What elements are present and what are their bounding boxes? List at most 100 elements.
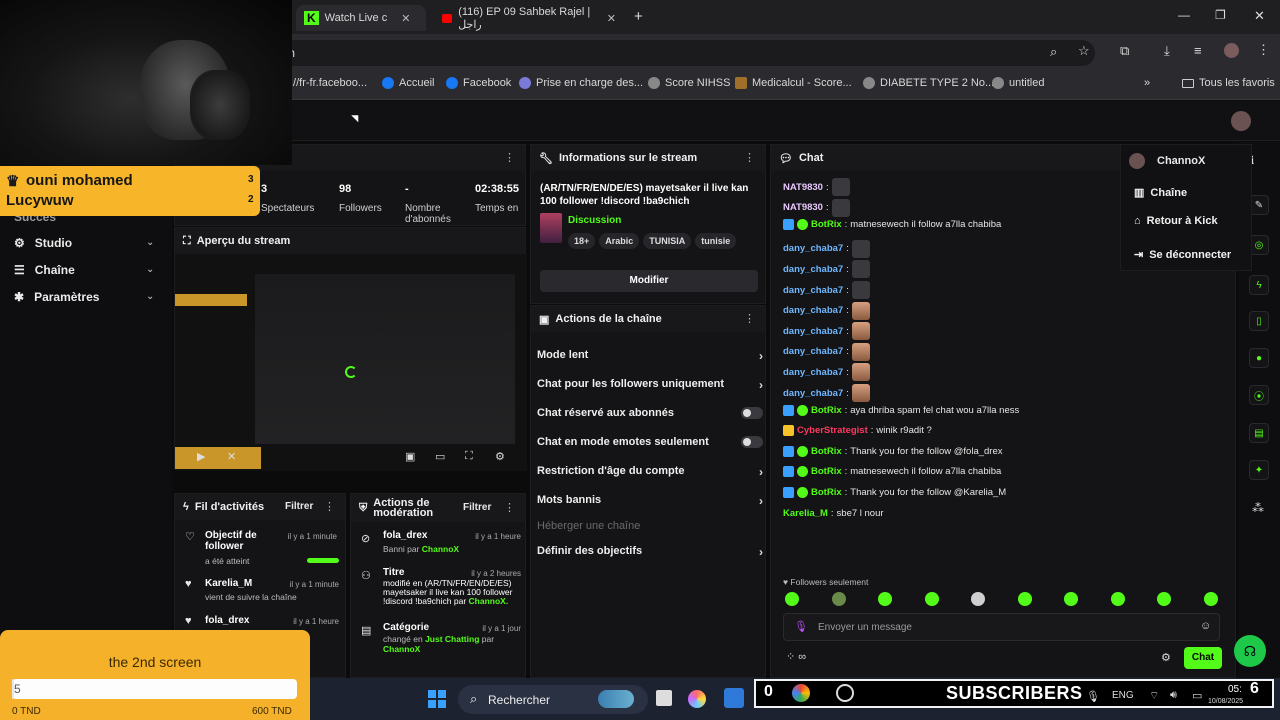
settings-icon[interactable]: ⚙ [495, 450, 505, 463]
chat-tools[interactable]: ⁘ ∞ [786, 650, 806, 663]
app-icon[interactable] [724, 688, 744, 708]
network-icon[interactable]: ⌔ [1149, 689, 1159, 703]
emote-picker-item[interactable] [1110, 592, 1125, 606]
bookmarks-overflow-icon[interactable]: » [1144, 77, 1150, 89]
mute-icon[interactable]: ✕ [227, 450, 236, 463]
star-icon[interactable]: ☆ [1078, 43, 1090, 59]
chat-input[interactable]: 🎙︎ Envoyer un message ☺ [783, 613, 1220, 641]
chat-username[interactable]: dany_chaba7 [783, 367, 843, 378]
sidebar-item-studio[interactable]: ⚙ Studio [14, 236, 72, 250]
bookmark-item[interactable]: Medicalcul - Score... [735, 77, 852, 89]
emote-picker-item[interactable] [1017, 592, 1032, 606]
chat-settings-icon[interactable]: ⚙ [1161, 651, 1171, 664]
chat-username[interactable]: BotRix [811, 466, 842, 477]
chat-username[interactable]: dany_chaba7 [783, 388, 843, 399]
chat-username[interactable]: Karelia_M [783, 508, 828, 519]
bookmark-item[interactable]: untitled [992, 77, 1044, 89]
emote-picker-item[interactable] [831, 592, 846, 606]
emote-picker-item[interactable] [1203, 592, 1218, 606]
windows-start-icon[interactable] [428, 690, 446, 708]
chrome-icon[interactable] [792, 684, 810, 702]
sidebar-item-channel[interactable]: ☰ Chaîne [14, 263, 75, 277]
tab-kick[interactable]: K Watch Live c ✕ [296, 5, 426, 31]
clock-time[interactable]: 05: [1228, 684, 1242, 695]
lightning-icon[interactable]: ϟ [1249, 275, 1269, 295]
action-banned-words[interactable]: Mots bannis › [537, 494, 763, 508]
chat-username[interactable]: NAT9830 [783, 182, 823, 193]
chat-username[interactable]: BotRix [811, 446, 842, 457]
send-chat-button[interactable]: Chat [1184, 647, 1222, 669]
edit-icon[interactable]: ✎ [1249, 195, 1269, 215]
chevron-down-icon[interactable]: ⌄ [146, 291, 154, 302]
chat-username[interactable]: dany_chaba7 [783, 346, 843, 357]
share-icon[interactable]: ⁂ [1252, 501, 1264, 515]
more-options-icon[interactable]: ⋮ [504, 501, 515, 514]
emote-picker-item[interactable] [971, 592, 985, 606]
message-icon[interactable]: ● [1249, 348, 1269, 368]
sidebar-item-settings[interactable]: ✱ Paramètres [14, 290, 99, 304]
zoom-icon[interactable]: ⌕ [1050, 44, 1057, 60]
play-icon[interactable]: ▶ [197, 450, 205, 463]
menu-item-back-to-kick[interactable]: ⌂ Retour à Kick [1134, 215, 1218, 227]
target-icon[interactable]: ◎ [1249, 235, 1269, 255]
file-explorer-icon[interactable] [656, 690, 672, 706]
close-tab-icon[interactable]: ✕ [607, 12, 616, 25]
chat-username[interactable]: dany_chaba7 [783, 326, 843, 337]
profile-avatar[interactable] [1224, 43, 1239, 58]
emote-picker-item[interactable] [924, 592, 939, 606]
bookmark-item[interactable]: DIABETE TYPE 2 No... [863, 77, 994, 89]
menu-item-logout[interactable]: ⇥ Se déconnecter [1134, 248, 1231, 262]
emote-picker-item[interactable] [785, 592, 799, 606]
microphone-icon[interactable]: 🎙︎ [794, 620, 808, 633]
emote-picker-item[interactable] [878, 592, 892, 606]
minimize-button[interactable]: — [1178, 8, 1190, 22]
fullscreen-icon[interactable]: ⛶ [465, 450, 473, 463]
emotes-only-toggle[interactable] [741, 436, 763, 448]
close-window-button[interactable]: ✕ [1254, 8, 1265, 24]
pip-icon[interactable]: ▣ [405, 450, 415, 463]
all-favorites[interactable]: Tous les favoris [1182, 77, 1275, 89]
app-icon[interactable] [836, 684, 854, 702]
user-avatar[interactable] [1231, 111, 1251, 131]
support-headset-icon[interactable]: ☊ [1234, 635, 1266, 667]
theater-icon[interactable]: ▭ [435, 450, 445, 463]
chat-username[interactable]: NAT9830 [783, 202, 823, 213]
chat-username[interactable]: BotRix [811, 219, 842, 230]
wrench-icon[interactable]: ✦ [1249, 460, 1269, 480]
bookmark-item[interactable]: Facebook [446, 77, 511, 89]
more-menu-icon[interactable]: ⋮ [1257, 42, 1270, 58]
action-followers-only[interactable]: Chat pour les followers uniquement › [537, 378, 763, 392]
action-slow-mode[interactable]: Mode lent › [537, 349, 763, 363]
panel-icon[interactable]: ▤ [1249, 423, 1269, 443]
chat-username[interactable]: dany_chaba7 [783, 264, 843, 275]
emote-picker-item[interactable] [1157, 592, 1171, 606]
chat-username[interactable]: BotRix [811, 405, 842, 416]
taskbar-search[interactable]: ⌕ Rechercher [458, 685, 648, 714]
more-options-icon[interactable]: ⋮ [744, 312, 755, 325]
chat-username[interactable]: dany_chaba7 [783, 243, 843, 254]
new-tab-button[interactable]: + [634, 8, 643, 25]
document-icon[interactable]: ▯ [1249, 311, 1269, 331]
extensions-icon[interactable]: ⧉ [1120, 43, 1129, 59]
bookmark-item[interactable]: Score NIHSS [648, 77, 730, 89]
chevron-down-icon[interactable]: ⌄ [146, 237, 154, 248]
chat-username[interactable]: BotRix [811, 487, 842, 498]
more-options-icon[interactable]: ⋮ [744, 151, 755, 164]
copilot-icon[interactable] [688, 690, 706, 708]
battery-icon[interactable]: ▭ [1192, 689, 1202, 702]
menu-item-channel[interactable]: ▥ Chaîne [1134, 186, 1187, 200]
language-indicator[interactable]: ENG [1112, 690, 1134, 701]
subscribers-only-toggle[interactable] [741, 407, 763, 419]
media-icon[interactable]: ≡ [1194, 43, 1202, 58]
edit-stream-button[interactable]: Modifier [540, 270, 758, 292]
broadcast-icon[interactable]: ⦿ [1249, 385, 1269, 405]
close-tab-icon[interactable]: ✕ [401, 12, 410, 25]
tab-youtube[interactable]: (116) EP 09 Sahbek Rajel | راجل ✕ [434, 5, 624, 31]
action-age-restriction[interactable]: Restriction d'âge du compte › [537, 465, 763, 479]
category-name[interactable]: Discussion [568, 215, 621, 226]
microphone-icon[interactable]: 🎙︎ [1086, 690, 1100, 703]
filter-button[interactable]: Filtrer [285, 501, 313, 512]
url-field[interactable]: m [255, 40, 1095, 66]
emoji-icon[interactable]: ☺ [1200, 620, 1211, 632]
volume-icon[interactable]: 🔊︎ [1170, 689, 1177, 702]
